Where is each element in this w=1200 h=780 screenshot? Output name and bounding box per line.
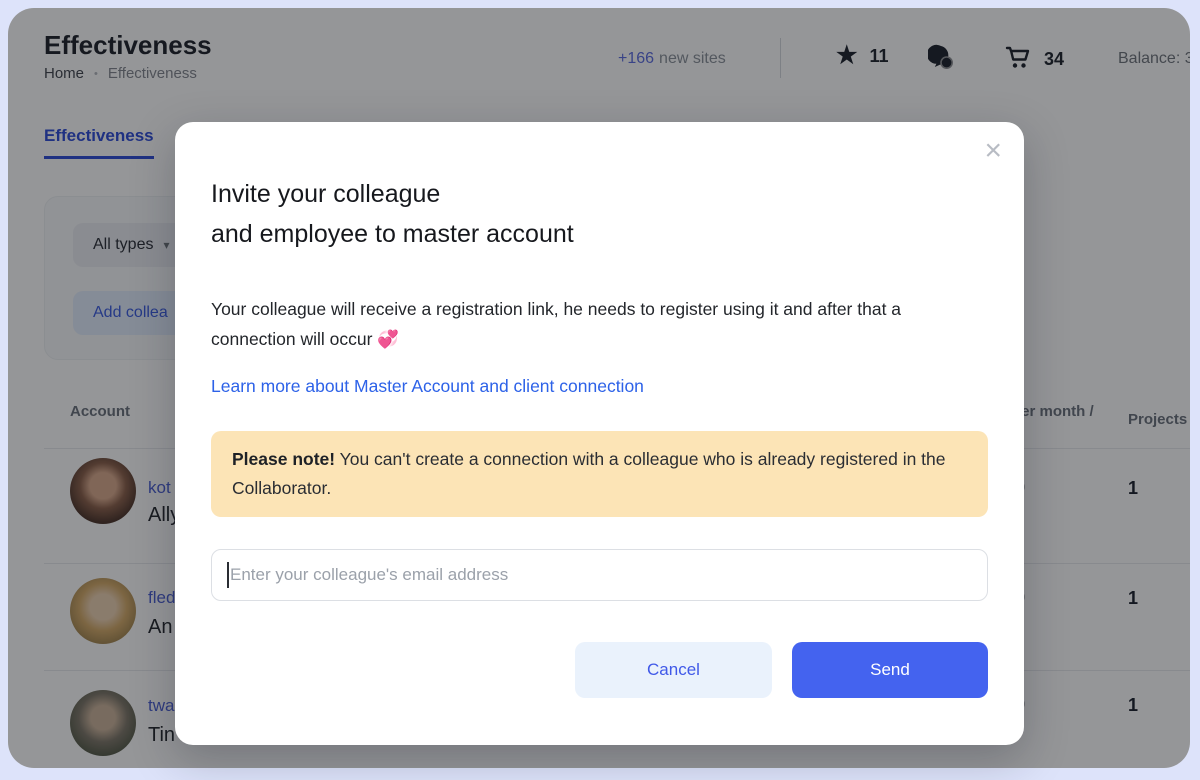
modal-title-line1: Invite your colleague (211, 180, 441, 208)
warning-note: Please note! You can't create a connecti… (211, 431, 988, 517)
cancel-button[interactable]: Cancel (575, 642, 772, 698)
email-field[interactable] (211, 549, 988, 601)
warning-note-text: You can't create a connection with a col… (232, 449, 946, 498)
invite-colleague-modal: × Invite your colleague and employee to … (175, 122, 1024, 745)
text-caret (227, 562, 229, 588)
modal-description: Your colleague will receive a registrati… (211, 299, 902, 349)
modal-title: Invite your colleague and employee to ma… (211, 174, 988, 254)
learn-more-link[interactable]: Learn more about Master Account and clie… (211, 376, 644, 397)
modal-actions: Cancel Send (211, 642, 988, 698)
modal-title-line2: and employee to master account (211, 220, 574, 248)
send-button[interactable]: Send (792, 642, 988, 698)
warning-note-bold: Please note! (232, 449, 336, 469)
close-icon[interactable]: × (984, 136, 1002, 166)
email-field-wrap (211, 549, 988, 601)
